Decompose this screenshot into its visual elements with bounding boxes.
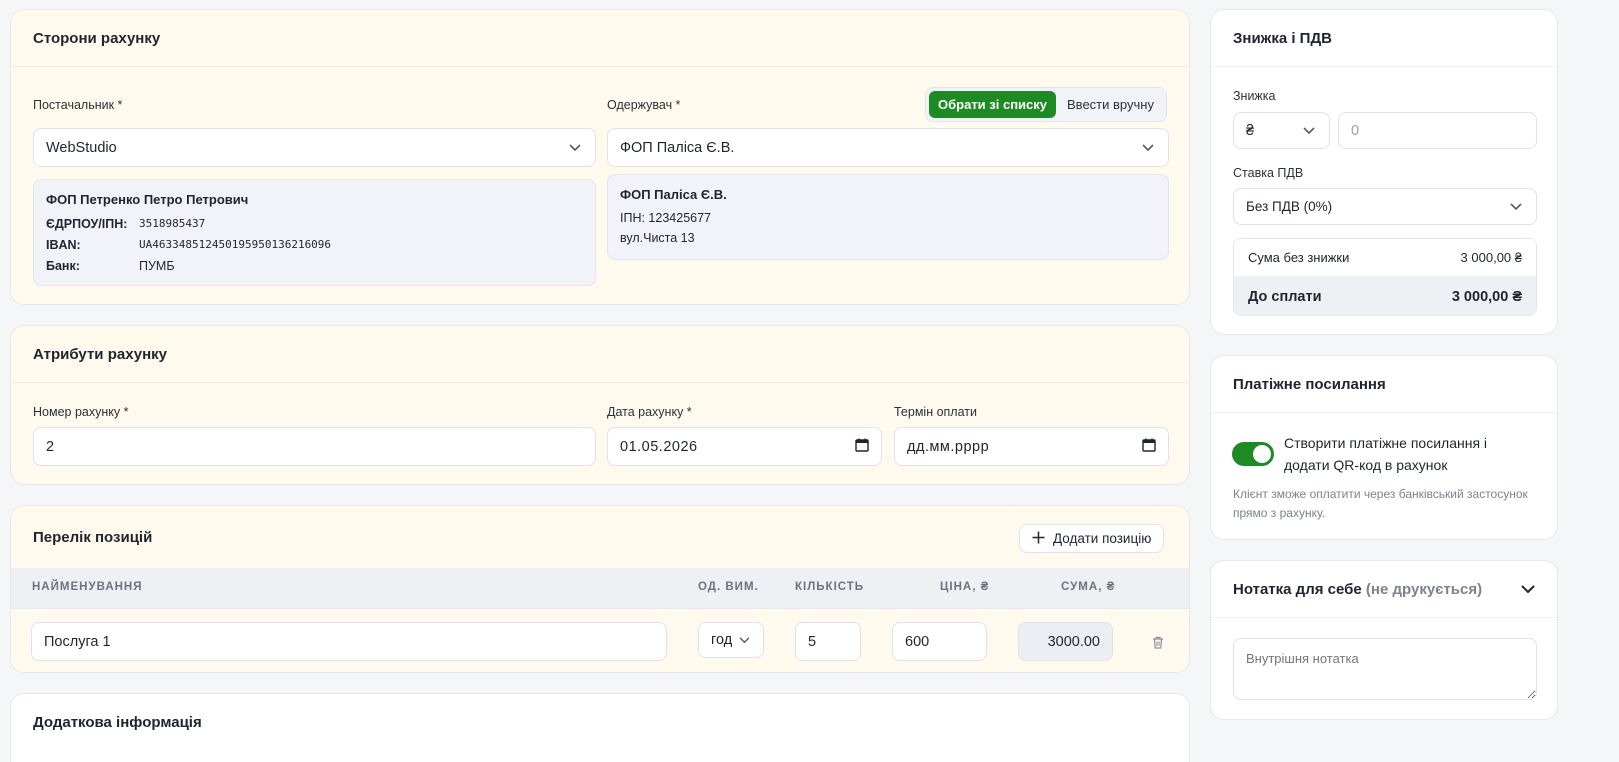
discount-title: Знижка і ПДВ: [1211, 10, 1557, 67]
due-date-input[interactable]: дд.мм.рррр: [894, 427, 1169, 466]
recipient-info-name: ФОП Паліса Є.В.: [620, 187, 727, 202]
column-unit: ОД. ВИМ.: [698, 581, 759, 593]
item-name-input[interactable]: Послуга 1: [31, 622, 667, 661]
invoice-date-value: 01.05.2026: [620, 438, 698, 455]
supplier-label: Постачальник *: [33, 98, 123, 112]
item-price-input[interactable]: 600: [892, 622, 987, 661]
payment-link-title: Платіжне посилання: [1211, 356, 1557, 413]
discount-currency-value: ₴: [1246, 122, 1255, 139]
payment-link-toggle-label[interactable]: Створити платіжне посилання і додати QR-…: [1284, 432, 1524, 476]
add-item-label: Додати позицію: [1053, 531, 1152, 546]
total-value: 3 000,00 ₴: [1451, 288, 1522, 305]
column-name: НАЙМЕНУВАННЯ: [32, 581, 143, 593]
totals-box: Сума без знижки 3 000,00 ₴ До сплати 3 0…: [1233, 238, 1537, 316]
discount-amount-input[interactable]: 0: [1338, 112, 1537, 149]
column-price: ЦІНА, ₴: [940, 581, 990, 593]
chevron-down-icon: [738, 632, 751, 648]
item-qty-input[interactable]: 5: [795, 622, 861, 661]
supplier-value: WebStudio: [46, 139, 117, 156]
chevron-down-icon: [1301, 123, 1317, 139]
recipient-value: ФОП Паліса Є.В.: [620, 139, 735, 156]
attributes-card: Атрибути рахунку Номер рахунку * 2 Дата …: [10, 325, 1190, 485]
discount-amount-placeholder: 0: [1351, 122, 1360, 139]
parties-card: Сторони рахунку Постачальник * WebStudio…: [10, 9, 1190, 305]
item-sum-value: 3000.00: [1047, 633, 1100, 650]
calendar-icon[interactable]: [855, 438, 869, 456]
additional-card: Додаткова інформація: [10, 693, 1190, 762]
edrpou-value: 3518985437: [139, 217, 206, 230]
item-unit-value: год: [711, 632, 733, 648]
vat-select[interactable]: Без ПДВ (0%): [1233, 188, 1537, 225]
item-unit-select[interactable]: год: [698, 622, 764, 658]
items-table-header: НАЙМЕНУВАННЯ ОД. ВИМ. КІЛЬКІСТЬ ЦІНА, ₴ …: [11, 568, 1189, 608]
invoice-date-label: Дата рахунку *: [607, 405, 692, 419]
due-date-label: Термін оплати: [894, 405, 977, 419]
item-qty-value: 5: [808, 633, 817, 650]
column-sum: СУМА, ₴: [1061, 581, 1116, 593]
bank-value: ПУМБ: [139, 259, 175, 273]
recipient-address: вул.Чиста 13: [620, 231, 695, 245]
column-qty: КІЛЬКІСТЬ: [795, 581, 865, 593]
mode-list-button[interactable]: Обрати зі списку: [929, 91, 1057, 118]
discount-currency-select[interactable]: ₴: [1233, 112, 1330, 149]
additional-title: Додаткова інформація: [33, 714, 202, 731]
invoice-date-input[interactable]: 01.05.2026: [607, 427, 882, 466]
chevron-down-icon[interactable]: [1521, 581, 1535, 598]
discount-label: Знижка: [1233, 89, 1276, 103]
items-title: Перелік позицій: [33, 528, 153, 546]
item-price-value: 600: [905, 633, 930, 650]
note-title-suffix: (не друкується): [1365, 580, 1483, 598]
parties-title: Сторони рахунку: [11, 10, 1189, 67]
toggle-knob: [1253, 445, 1271, 463]
recipient-select[interactable]: ФОП Паліса Є.В.: [607, 128, 1169, 167]
vat-label: Ставка ПДВ: [1233, 166, 1304, 180]
recipient-label: Одержувач *: [607, 98, 681, 112]
chevron-down-icon: [567, 140, 583, 156]
recipient-mode-toggle: Обрати зі списку Ввести вручну: [925, 87, 1167, 122]
iban-key: IBAN:: [46, 238, 81, 252]
note-header[interactable]: Нотатка для себе (не друкується): [1211, 561, 1557, 618]
note-title: Нотатка для себе: [1233, 580, 1362, 598]
note-card: Нотатка для себе (не друкується): [1210, 560, 1558, 720]
edrpou-key: ЄДРПОУ/ІПН:: [46, 217, 128, 231]
due-date-value: дд.мм.рррр: [907, 438, 990, 455]
subtotal-label: Сума без знижки: [1248, 250, 1350, 265]
discount-card: Знижка і ПДВ Знижка ₴ 0 Ставка ПДВ Без П…: [1210, 9, 1558, 335]
invoice-number-label: Номер рахунку *: [33, 405, 129, 419]
calendar-icon[interactable]: [1142, 438, 1156, 456]
invoice-number-input[interactable]: 2: [33, 427, 596, 466]
payment-link-hint: Клієнт зможе оплатити через банківський …: [1233, 487, 1528, 520]
total-label: До сплати: [1248, 288, 1322, 305]
table-row: Послуга 1 год 5 600 3000.00: [11, 608, 1189, 672]
chevron-down-icon: [1140, 140, 1156, 156]
item-sum-display: 3000.00: [1018, 622, 1113, 661]
chevron-down-icon: [1508, 199, 1524, 215]
supplier-info: ФОП Петренко Петро Петрович ЄДРПОУ/ІПН: 3…: [33, 179, 596, 286]
trash-icon[interactable]: [1152, 636, 1164, 652]
supplier-select[interactable]: WebStudio: [33, 128, 596, 167]
vat-value: Без ПДВ (0%): [1246, 199, 1333, 214]
bank-key: Банк:: [46, 259, 80, 273]
recipient-info: ФОП Паліса Є.В. ІПН: 123425677 вул.Чиста…: [607, 174, 1169, 260]
items-card: Перелік позицій Додати позицію НАЙМЕНУВА…: [10, 505, 1190, 673]
item-name-value: Послуга 1: [44, 633, 111, 650]
total-row: До сплати 3 000,00 ₴: [1234, 276, 1536, 315]
iban-value: UA463348512450195950136216096: [139, 238, 332, 251]
plus-icon: [1032, 531, 1045, 547]
supplier-info-name: ФОП Петренко Петро Петрович: [46, 192, 249, 207]
attributes-title: Атрибути рахунку: [11, 326, 1189, 383]
invoice-number-value: 2: [46, 438, 55, 455]
subtotal-value: 3 000,00 ₴: [1460, 250, 1522, 265]
recipient-ipn: ІПН: 123425677: [620, 211, 711, 225]
payment-link-card: Платіжне посилання Створити платіжне пос…: [1210, 355, 1558, 540]
subtotal-row: Сума без знижки 3 000,00 ₴: [1234, 239, 1536, 276]
add-item-button[interactable]: Додати позицію: [1019, 524, 1165, 553]
payment-link-toggle[interactable]: [1232, 442, 1274, 466]
note-textarea[interactable]: [1233, 638, 1537, 700]
mode-manual-button[interactable]: Ввести вручну: [1058, 91, 1163, 118]
